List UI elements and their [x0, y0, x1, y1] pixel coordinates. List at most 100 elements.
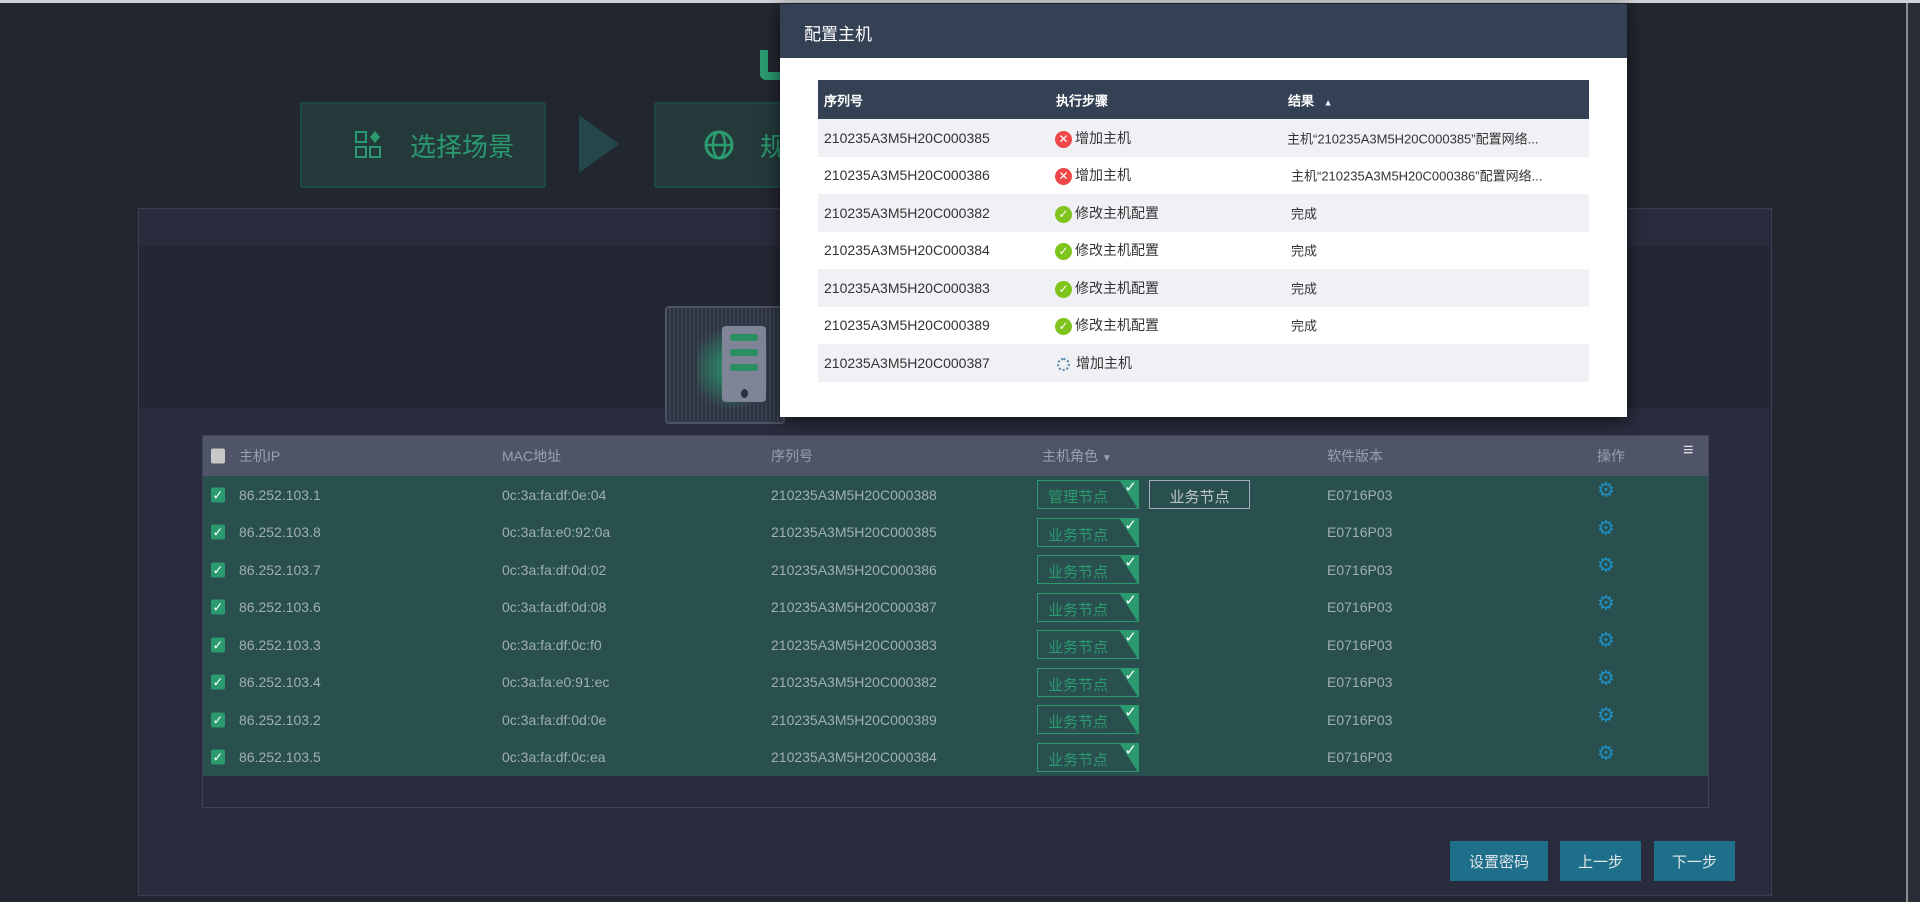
role-badge-selected[interactable]: 业务节点 ✓: [1037, 555, 1139, 584]
host-ip: 86.252.103.8: [239, 524, 321, 541]
col-role[interactable]: 主机角色 ▼: [1042, 446, 1112, 466]
select-all-checkbox[interactable]: [211, 448, 225, 464]
mac-address: 0c:3a:fa:df:0c:f0: [502, 636, 602, 653]
table-row[interactable]: ✓ 86.252.103.8 0c:3a:fa:e0:92:0a 210235A…: [203, 513, 1708, 551]
table-row[interactable]: ✓ 86.252.103.7 0c:3a:fa:df:0d:02 210235A…: [203, 551, 1708, 589]
result-text: 完成: [1291, 206, 1318, 222]
gear-settings-icon[interactable]: ⚙: [1597, 590, 1615, 615]
step-name: 增加主机: [1075, 129, 1131, 146]
step-name: 增加主机: [1075, 167, 1131, 184]
mac-address: 0c:3a:fa:df:0d:08: [502, 599, 607, 616]
table-row[interactable]: ✓ 86.252.103.3 0c:3a:fa:df:0c:f0 210235A…: [203, 626, 1708, 664]
table-row[interactable]: ✓ 86.252.103.5 0c:3a:fa:df:0c:ea 210235A…: [203, 738, 1708, 776]
loading-spinner-icon: [1057, 357, 1070, 371]
host-ip: 86.252.103.3: [239, 636, 321, 653]
next-step-button[interactable]: 下一步: [1654, 841, 1735, 881]
progress-row: 210235A3M5H20C000389 ✓ 修改主机配置 完成: [818, 307, 1589, 345]
col-ip[interactable]: 主机IP: [239, 446, 280, 466]
result-text: 完成: [1291, 281, 1318, 297]
col-version[interactable]: 软件版本: [1327, 446, 1383, 466]
success-check-icon: ✓: [1055, 243, 1072, 261]
row-checkbox[interactable]: ✓: [211, 562, 225, 578]
role-badge-selected[interactable]: 业务节点 ✓: [1037, 705, 1139, 734]
step-select-scene[interactable]: 选择场景: [300, 102, 546, 188]
progress-row: 210235A3M5H20C000387 增加主机: [818, 344, 1589, 382]
software-version: E0716P03: [1327, 711, 1393, 728]
table-row[interactable]: ✓ 86.252.103.1 0c:3a:fa:df:0e:04 210235A…: [203, 476, 1708, 514]
role-badge-selected[interactable]: 管理节点 ✓: [1037, 480, 1139, 509]
software-version: E0716P03: [1327, 749, 1393, 766]
mac-address: 0c:3a:fa:e0:91:ec: [502, 674, 610, 691]
column-menu-icon[interactable]: ≡: [1683, 440, 1694, 461]
check-icon: ✓: [1124, 555, 1137, 571]
role-label: 业务节点: [1048, 714, 1109, 731]
role-badge-selected[interactable]: 业务节点 ✓: [1037, 742, 1139, 772]
serial-number: 210235A3M5H20C000385: [771, 524, 937, 541]
role-badge-option[interactable]: 业务节点: [1149, 480, 1250, 509]
col-serial[interactable]: 序列号: [771, 446, 813, 466]
step-arrow-icon: [579, 115, 619, 173]
col-action: 操作: [1597, 448, 1625, 464]
table-row[interactable]: ✓ 86.252.103.2 0c:3a:fa:df:0d:0e 210235A…: [203, 701, 1708, 739]
role-label: 业务节点: [1048, 639, 1109, 656]
software-version: E0716P03: [1327, 486, 1393, 503]
set-password-button[interactable]: 设置密码: [1450, 841, 1548, 881]
col-step[interactable]: 执行步骤: [1056, 90, 1108, 109]
serial-number: 210235A3M5H20C000383: [771, 636, 937, 653]
result-text: 完成: [1291, 243, 1318, 259]
page-scrollbar[interactable]: [1906, 3, 1920, 902]
serial-number: 210235A3M5H20C000385: [824, 129, 990, 146]
success-check-icon: ✓: [1055, 318, 1072, 336]
check-icon: ✓: [1124, 742, 1137, 759]
serial-number: 210235A3M5H20C000383: [824, 279, 990, 296]
gear-settings-icon[interactable]: ⚙: [1597, 703, 1615, 728]
prev-step-button[interactable]: 上一步: [1560, 841, 1641, 881]
window-top-border: [0, 0, 1920, 3]
result-text: 主机“210235A3M5H20C000385”配置网络...: [1287, 131, 1539, 147]
role-badge-selected[interactable]: 业务节点 ✓: [1037, 517, 1139, 547]
row-checkbox[interactable]: ✓: [211, 674, 225, 690]
host-ip: 86.252.103.7: [239, 561, 321, 578]
row-checkbox[interactable]: ✓: [211, 524, 225, 540]
gear-settings-icon[interactable]: ⚙: [1597, 478, 1615, 503]
col-mac[interactable]: MAC地址: [502, 446, 561, 466]
table-row[interactable]: ✓ 86.252.103.6 0c:3a:fa:df:0d:08 210235A…: [203, 588, 1708, 626]
logo: [760, 50, 782, 80]
table-row[interactable]: ✓ 86.252.103.4 0c:3a:fa:e0:91:ec 210235A…: [203, 663, 1708, 701]
serial-number: 210235A3M5H20C000387: [824, 354, 990, 371]
role-badge-selected[interactable]: 业务节点 ✓: [1037, 667, 1139, 697]
row-checkbox[interactable]: ✓: [211, 749, 225, 765]
gear-settings-icon[interactable]: ⚙: [1597, 628, 1615, 653]
role-badge-selected[interactable]: 业务节点 ✓: [1037, 592, 1139, 622]
role-label: 业务节点: [1048, 751, 1109, 769]
mac-address: 0c:3a:fa:df:0d:02: [502, 561, 607, 578]
gear-settings-icon[interactable]: ⚙: [1597, 665, 1615, 690]
mac-address: 0c:3a:fa:df:0e:04: [502, 486, 607, 503]
row-checkbox[interactable]: ✓: [211, 599, 225, 615]
serial-number: 210235A3M5H20C000386: [824, 167, 990, 184]
serial-number: 210235A3M5H20C000382: [824, 204, 990, 221]
role-label: 业务节点: [1048, 564, 1109, 581]
serial-number: 210235A3M5H20C000384: [771, 749, 937, 766]
check-icon: ✓: [1124, 592, 1137, 609]
row-checkbox[interactable]: ✓: [211, 637, 225, 653]
serial-number: 210235A3M5H20C000382: [771, 674, 937, 691]
host-ip: 86.252.103.1: [239, 486, 321, 503]
gear-settings-icon[interactable]: ⚙: [1597, 515, 1615, 540]
role-badge-selected[interactable]: 业务节点 ✓: [1037, 630, 1139, 659]
sort-up-icon: ▲: [1323, 97, 1333, 107]
col-result[interactable]: 结果 ▲: [1288, 90, 1333, 109]
serial-number: 210235A3M5H20C000384: [824, 242, 990, 259]
row-checkbox[interactable]: ✓: [211, 487, 225, 503]
gear-settings-icon[interactable]: ⚙: [1597, 740, 1615, 765]
progress-row: 210235A3M5H20C000385 ✕ 增加主机 主机“210235A3M5…: [818, 119, 1589, 157]
role-label: 业务节点: [1048, 601, 1109, 619]
col-serial[interactable]: 序列号: [824, 90, 863, 109]
row-checkbox[interactable]: ✓: [211, 712, 225, 728]
result-text: 完成: [1291, 318, 1318, 334]
progress-row: 210235A3M5H20C000386 ✕ 增加主机 主机“210235A3M5…: [818, 157, 1589, 195]
gear-settings-icon[interactable]: ⚙: [1597, 553, 1615, 578]
software-version: E0716P03: [1327, 524, 1393, 541]
role-label: 业务节点: [1048, 526, 1109, 544]
progress-row: 210235A3M5H20C000384 ✓ 修改主机配置 完成: [818, 232, 1589, 270]
